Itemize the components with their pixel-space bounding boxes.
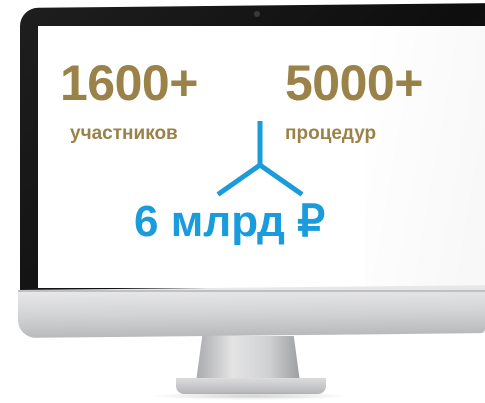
participants-label: участников xyxy=(70,123,178,144)
chin-divider xyxy=(18,290,485,292)
total-amount: 6 млрд ₽ xyxy=(134,197,326,246)
tri-branch-icon xyxy=(216,121,304,197)
participants-number: 1600+ xyxy=(60,55,198,111)
camera-dot xyxy=(254,11,260,17)
monitor-screen: 1600+ участников 5000+ процедур 6 млрд ₽ xyxy=(38,26,485,288)
screen-glare xyxy=(365,26,485,288)
stand-shadow xyxy=(150,392,350,400)
monitor-illustration: 1600+ участников 5000+ процедур 6 млрд ₽ xyxy=(0,0,485,403)
monitor-chin xyxy=(18,285,485,338)
monitor-stand-neck xyxy=(196,336,300,382)
